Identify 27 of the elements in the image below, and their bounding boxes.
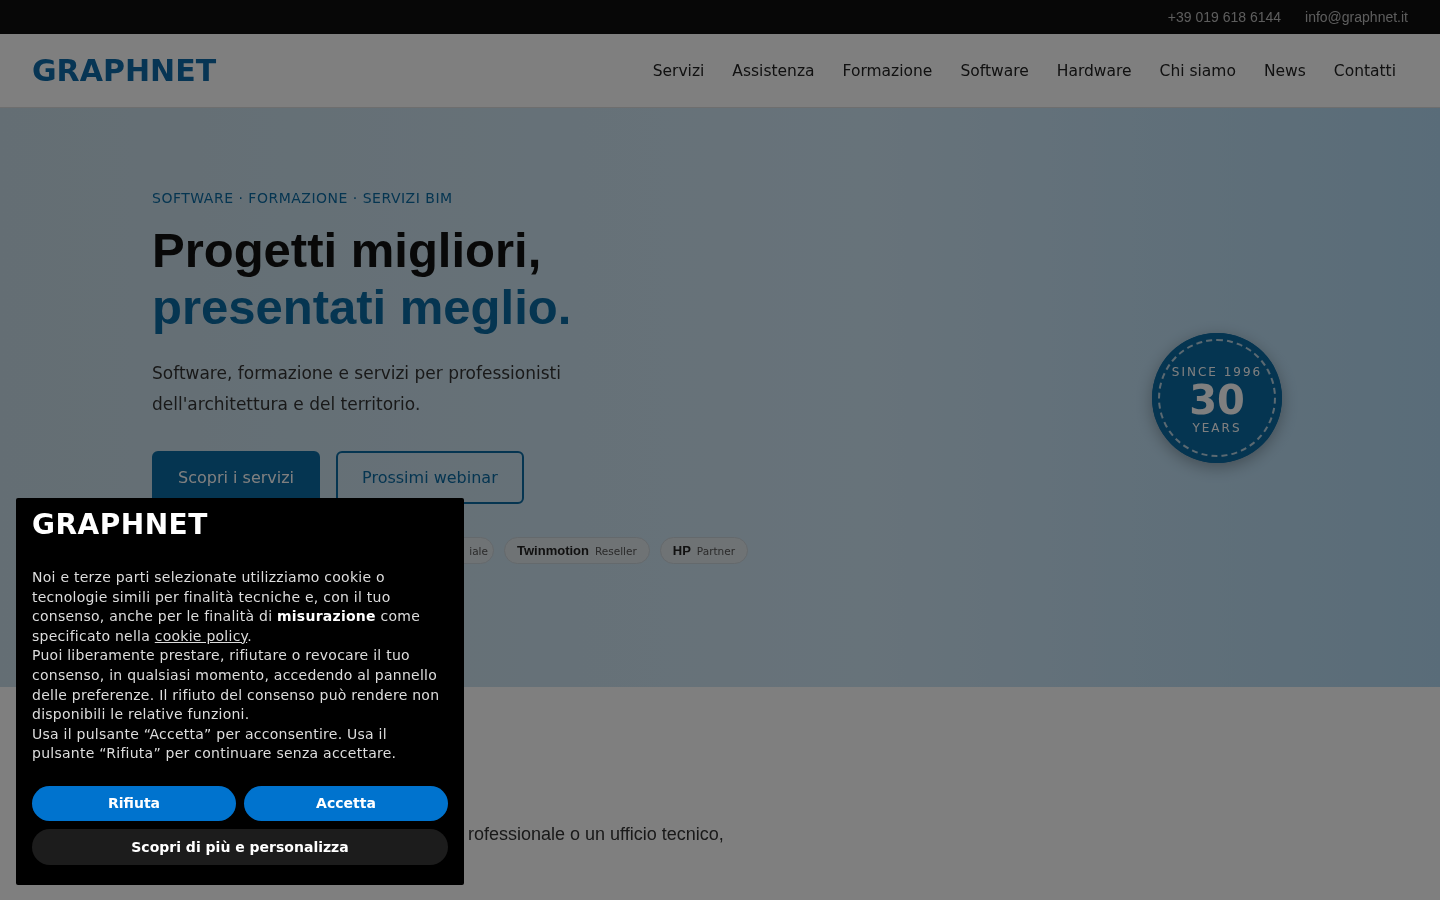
cookie-policy-link[interactable]: cookie policy <box>154 627 248 644</box>
eyebrow-text: SOFTWARE · FORMAZIONE · SERVIZI BIM <box>152 190 454 206</box>
consent-button[interactable]: Scopri di più e personalizza <box>32 828 448 865</box>
banner-logo: GRAPHNET <box>32 510 209 540</box>
nav-link[interactable]: Contatti <box>1333 61 1396 80</box>
nav-link[interactable]: Software <box>960 61 1029 80</box>
consent-text: Usa il pulsante “Accetta” per acconsentire. Usa il pulsante “Rifiuta” per continuare senza accettare. <box>32 724 398 764</box>
partner-chip: Twinmotion Reseller <box>504 537 650 564</box>
logo[interactable]: GRAPHNET <box>32 53 217 88</box>
nav-link[interactable]: Servizi <box>652 61 705 80</box>
nav-link[interactable]: Chi siamo <box>1159 61 1236 80</box>
email-link[interactable]: info@graphnet.it <box>1305 9 1408 25</box>
hero-title-accent: presentati meglio. <box>152 279 573 336</box>
phone-number[interactable]: +39 019 618 6144 <box>1167 9 1282 25</box>
anniversary-badge: SINCE 1996 30 YEARS <box>1152 333 1282 463</box>
consent-text: Puoi liberamente prestare, rifiutare o revocare il tuo consenso, in qualsiasi momento, accedendo al pannello delle preferenze. Il rifiuto del consenso può rendere non disponibili le relative funzioni. <box>32 646 441 725</box>
nav-link[interactable]: Hardware <box>1056 61 1132 80</box>
consent-button[interactable]: Accetta <box>244 785 448 821</box>
partner-chip: HP Partner <box>659 537 749 564</box>
intro-text: rofessionale o un ufficio tecnico, <box>468 824 725 845</box>
consent-button[interactable]: Rifiuta <box>32 785 236 821</box>
nav-link[interactable]: Formazione <box>842 61 933 80</box>
nav-link[interactable]: Assistenza <box>732 61 815 80</box>
nav-link[interactable]: News <box>1263 61 1306 80</box>
consent-text: Noi e terze parti selezionate utilizziamo cookie o tecnologie simili per finalità tecniche e, con il tuo consenso, anche per le finalità di misurazione come specificato nella cookie policy. <box>32 568 421 646</box>
hero-subtitle: Software, formazione e servizi per professionisti dell'architettura e del territorio. <box>152 362 562 416</box>
hero-title: Progetti migliori, <box>152 222 543 279</box>
